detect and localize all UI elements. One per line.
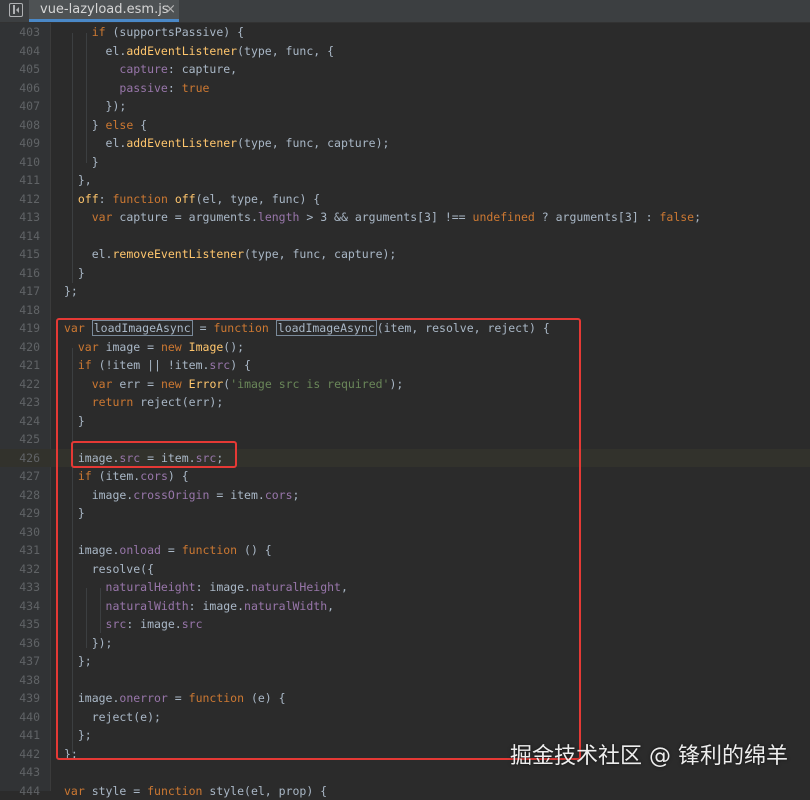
code-line[interactable]: 408 } else { xyxy=(0,116,810,134)
line-number: 431 xyxy=(19,543,40,557)
code-line[interactable]: 404 el.addEventListener(type, func, { xyxy=(0,42,810,60)
line-number: 416 xyxy=(19,265,40,280)
line-number: 406 xyxy=(19,80,40,95)
code-line[interactable]: 409 el.addEventListener(type, func, capt… xyxy=(0,134,810,152)
line-number: 418 xyxy=(19,302,40,317)
line-number: 412 xyxy=(19,191,40,206)
line-number: 440 xyxy=(19,709,40,724)
line-number: 407 xyxy=(19,99,40,113)
code-line[interactable]: 410 } xyxy=(0,153,810,171)
line-number: 414 xyxy=(19,228,40,243)
line-number: 429 xyxy=(19,506,40,520)
line-number: 426 xyxy=(19,450,40,465)
code-line[interactable]: 413 var capture = arguments.length > 3 &… xyxy=(0,208,810,226)
code-text[interactable]: el.removeEventListener(type, func, captu… xyxy=(64,245,397,263)
code-line[interactable]: 412 off: function off(el, type, func) { xyxy=(0,190,810,208)
code-line[interactable]: 406 passive: true xyxy=(0,79,810,97)
image-src-highlight-box xyxy=(71,441,237,468)
code-text[interactable]: off: function off(el, type, func) { xyxy=(64,190,320,208)
line-number: 424 xyxy=(19,413,40,428)
code-text[interactable]: }); xyxy=(64,97,127,115)
line-number: 439 xyxy=(19,691,40,705)
code-text[interactable]: } else { xyxy=(64,116,147,134)
code-text[interactable]: capture: capture, xyxy=(64,60,237,78)
line-number: 405 xyxy=(19,62,40,76)
code-line[interactable]: 418 xyxy=(0,301,810,319)
code-line[interactable]: 417}; xyxy=(0,282,810,300)
line-number: 423 xyxy=(19,395,40,409)
line-number: 434 xyxy=(19,598,40,613)
line-number: 408 xyxy=(19,117,40,132)
line-number: 419 xyxy=(19,321,40,335)
line-number: 425 xyxy=(19,432,40,446)
line-number: 421 xyxy=(19,358,40,372)
code-text[interactable]: el.addEventListener(type, func, { xyxy=(64,42,335,60)
code-line[interactable]: 403 if (supportsPassive) { xyxy=(0,23,810,41)
line-number: 437 xyxy=(19,654,40,668)
code-line[interactable]: 416 } xyxy=(0,264,810,282)
indent-guide xyxy=(86,33,87,163)
tab-vue-lazyload[interactable]: vue-lazyload.esm.js × xyxy=(29,0,179,22)
code-line[interactable]: 405 capture: capture, xyxy=(0,60,810,78)
code-line[interactable]: 415 el.removeEventListener(type, func, c… xyxy=(0,245,810,263)
watermark: 掘金技术社区 @ 锋利的绵羊 xyxy=(510,744,788,769)
line-number: 430 xyxy=(19,524,40,539)
line-number: 410 xyxy=(19,154,40,169)
tab-label: vue-lazyload.esm.js xyxy=(40,2,169,17)
line-number: 435 xyxy=(19,617,40,631)
sidebar-toggle-icon[interactable] xyxy=(9,3,23,17)
line-number: 411 xyxy=(19,173,40,187)
line-number: 432 xyxy=(19,561,40,576)
line-number: 422 xyxy=(19,376,40,391)
line-number: 438 xyxy=(19,672,40,687)
line-number: 404 xyxy=(19,43,40,58)
code-text[interactable]: el.addEventListener(type, func, capture)… xyxy=(64,134,390,152)
line-number: 427 xyxy=(19,469,40,483)
line-number: 443 xyxy=(19,765,40,779)
code-text[interactable]: } xyxy=(64,264,85,282)
close-icon[interactable]: × xyxy=(165,2,176,17)
code-text[interactable]: if (supportsPassive) { xyxy=(64,23,244,41)
code-line[interactable]: 414 xyxy=(0,227,810,245)
line-number: 428 xyxy=(19,487,40,502)
line-number: 415 xyxy=(19,247,40,261)
code-text[interactable]: } xyxy=(64,153,99,171)
indent-guide xyxy=(72,33,73,283)
code-text[interactable]: }; xyxy=(64,282,78,300)
line-number: 442 xyxy=(19,746,40,761)
code-line[interactable]: 411 }, xyxy=(0,171,810,189)
line-number: 413 xyxy=(19,210,40,224)
line-number: 403 xyxy=(19,25,40,39)
line-number: 436 xyxy=(19,635,40,650)
code-text[interactable]: var capture = arguments.length > 3 && ar… xyxy=(64,208,701,226)
line-number: 417 xyxy=(19,284,40,298)
editor-tab-bar: vue-lazyload.esm.js × xyxy=(0,0,810,23)
line-number: 409 xyxy=(19,136,40,150)
code-text[interactable]: }, xyxy=(64,171,92,189)
function-highlight-box xyxy=(56,318,581,760)
line-number: 441 xyxy=(19,728,40,742)
line-number: 420 xyxy=(19,339,40,354)
code-line[interactable]: 407 }); xyxy=(0,97,810,115)
line-number: 433 xyxy=(19,580,40,594)
